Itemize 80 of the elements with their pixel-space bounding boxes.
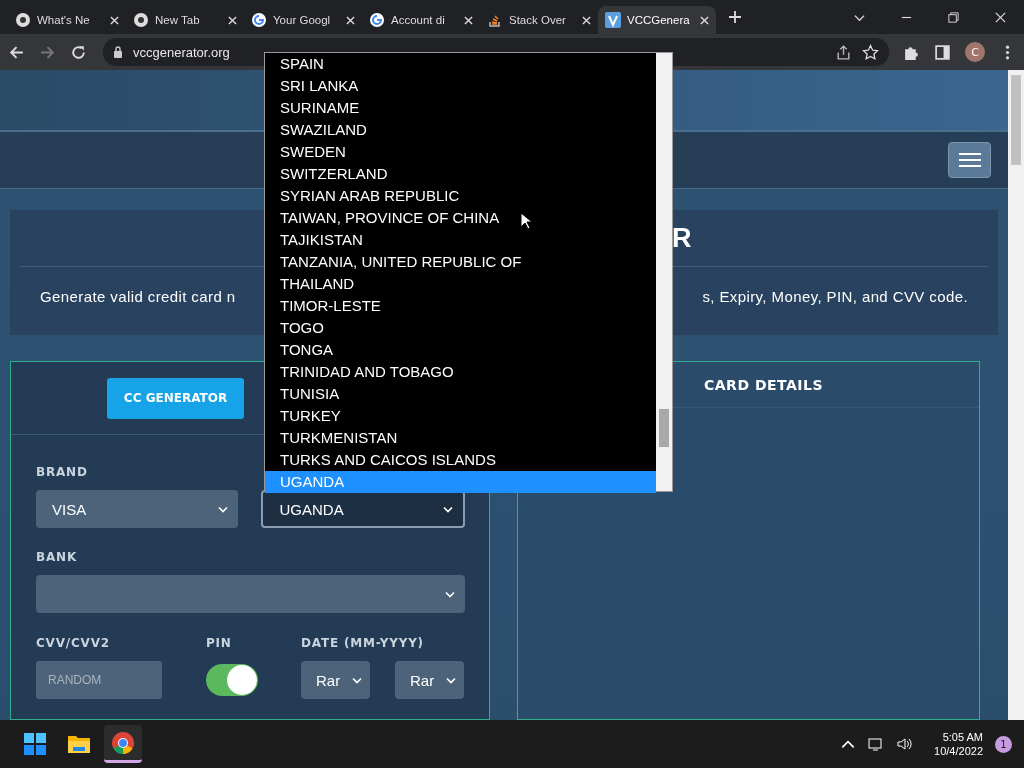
google-icon <box>251 12 267 28</box>
side-panel-icon[interactable] <box>934 43 951 61</box>
notification-badge[interactable]: 1 <box>995 735 1012 753</box>
mouse-cursor-icon <box>520 212 532 230</box>
dropdown-option[interactable]: TANZANIA, UNITED REPUBLIC OF <box>265 251 656 273</box>
close-icon[interactable] <box>994 10 1007 24</box>
field-label: DATE (MM-YYYY) <box>301 636 425 650</box>
stack-icon <box>487 12 503 28</box>
windows-icon <box>23 732 47 756</box>
dropdown-option[interactable]: SURINAME <box>265 97 656 119</box>
reload-icon[interactable] <box>70 43 87 61</box>
menu-icon <box>958 152 981 168</box>
google-icon <box>369 12 385 28</box>
dropdown-option[interactable]: SWAZILAND <box>265 119 656 141</box>
dropdown-option[interactable]: TURKEY <box>265 405 656 427</box>
star-icon[interactable] <box>862 43 879 61</box>
dropdown-option[interactable]: TURKS AND CAICOS ISLANDS <box>265 449 656 471</box>
dropdown-option[interactable]: TUNISIA <box>265 383 656 405</box>
chevron-down-icon <box>446 676 456 684</box>
taskbar-app[interactable] <box>104 725 142 763</box>
close-icon[interactable] <box>700 15 709 25</box>
browser-tab[interactable]: Stack Over <box>480 6 598 34</box>
browser-tab[interactable]: What's Ne <box>8 6 126 34</box>
chrome-icon <box>133 12 149 28</box>
description-text: s, Expiry, Money, PIN, and CVV code. <box>702 287 968 305</box>
brand-select[interactable]: VISA <box>36 490 238 528</box>
panel-title: CARD DETAILS <box>704 376 824 393</box>
year-select[interactable]: Rar <box>395 661 464 699</box>
month-select[interactable]: Rar <box>301 661 370 699</box>
field-label: CVV/CVV2 <box>36 636 111 650</box>
restore-icon[interactable] <box>947 10 960 24</box>
cvv-input[interactable]: RANDOM <box>36 661 162 699</box>
dropdown-option[interactable]: TAIWAN, PROVINCE OF CHINA <box>265 207 656 229</box>
description-text: Generate valid credit card n <box>40 287 236 305</box>
dropdown-option[interactable]: SYRIAN ARAB REPUBLIC <box>265 185 656 207</box>
dropdown-option[interactable]: THAILAND <box>265 273 656 295</box>
field-label: BANK <box>36 550 78 564</box>
url-text: vccgenerator.org <box>133 44 230 60</box>
dropdown-option[interactable]: SRI LANKA <box>265 75 656 97</box>
v-logo-icon <box>605 12 621 28</box>
chrome-icon <box>15 12 31 28</box>
browser-tab[interactable]: Account di <box>362 6 480 34</box>
country-select[interactable]: UGANDA <box>260 490 465 528</box>
clock-time[interactable]: 5:05 AM <box>942 731 983 743</box>
new-tab-icon[interactable] <box>728 10 742 24</box>
dropdown-option[interactable]: SWITZERLAND <box>265 163 656 185</box>
chevron-down-icon <box>217 505 228 513</box>
chrome-icon <box>111 730 135 755</box>
dropdown-option[interactable]: SWEDEN <box>265 141 656 163</box>
monitor-icon[interactable] <box>868 736 885 752</box>
chevron-down-icon <box>352 676 362 684</box>
browser-tab[interactable]: VCCGenera <box>598 6 716 34</box>
dropdown-option[interactable]: SPAIN <box>265 53 656 75</box>
dropdown-option[interactable]: TONGA <box>265 339 656 361</box>
close-icon[interactable] <box>582 15 591 25</box>
browser-tab[interactable]: New Tab <box>126 6 244 34</box>
profile-avatar[interactable]: C <box>965 42 985 62</box>
field-label: PIN <box>206 636 233 650</box>
browser-tab[interactable]: Your Googl <box>244 6 362 34</box>
page-title: R <box>672 222 692 254</box>
field-label: BRAND <box>36 465 89 479</box>
close-icon[interactable] <box>228 15 237 25</box>
chevron-down-icon <box>445 590 455 598</box>
close-icon[interactable] <box>464 15 473 25</box>
menu-button[interactable] <box>948 142 991 178</box>
lock-icon <box>113 46 123 58</box>
dropdown-option[interactable]: TRINIDAD AND TOBAGO <box>265 361 656 383</box>
dropdown-option[interactable]: TAJIKISTAN <box>265 229 656 251</box>
dropdown-option[interactable]: TURKMENISTAN <box>265 427 656 449</box>
pin-toggle[interactable] <box>206 664 258 696</box>
close-icon[interactable] <box>346 15 355 25</box>
speaker-icon[interactable] <box>896 736 913 752</box>
chevron-down-icon <box>443 505 453 513</box>
scrollbar[interactable] <box>1008 70 1024 720</box>
clock-date[interactable]: 10/4/2022 <box>934 745 983 757</box>
dropdown-option[interactable]: TIMOR-LESTE <box>265 295 656 317</box>
dropdown-option[interactable]: TOGO <box>265 317 656 339</box>
share-icon[interactable] <box>835 43 852 61</box>
close-icon[interactable] <box>110 15 119 25</box>
scrollbar[interactable] <box>656 53 672 491</box>
